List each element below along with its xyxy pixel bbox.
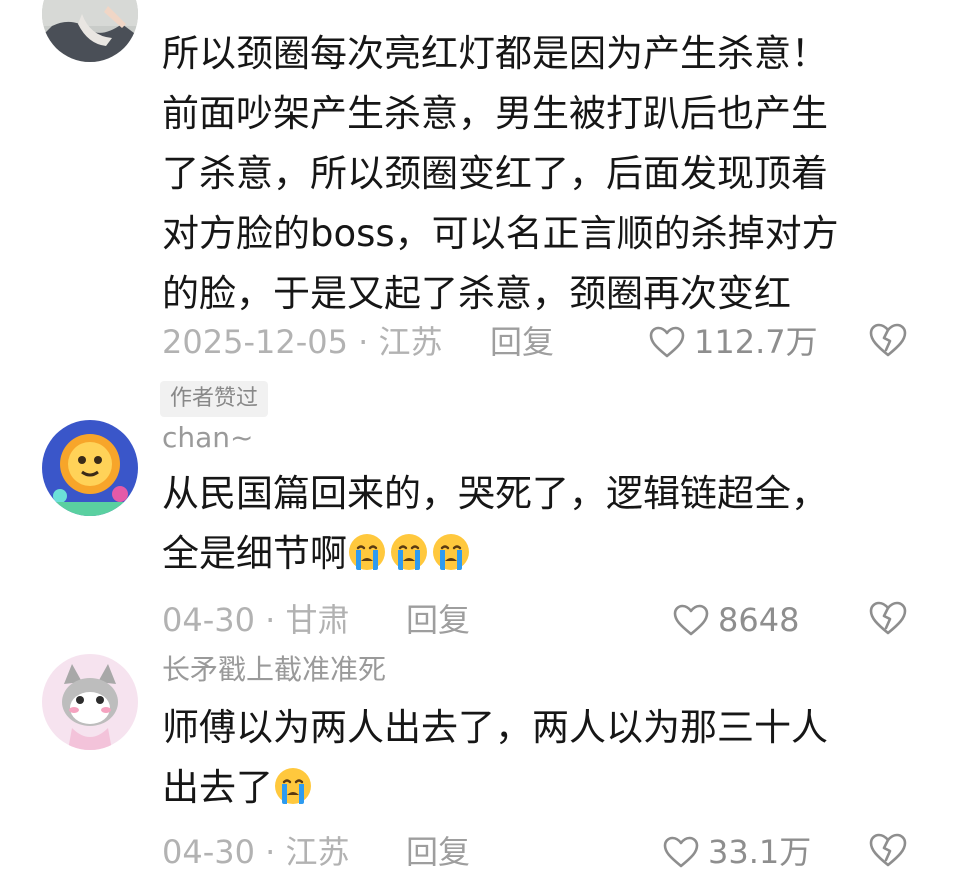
comment-meta: 04-30 · 江苏 回复 33.1万: [162, 830, 922, 874]
comment-text: 所以颈圈每次亮红灯都是因为产生杀意！ 前面吵架产生杀意，男生被打趴后也产生 了杀…: [162, 24, 922, 324]
comment-text-segment: 全是细节啊: [162, 532, 347, 575]
comment-text-line: 所以颈圈每次亮红灯都是因为产生杀意！: [162, 32, 828, 75]
date-location: 2025-12-05 · 江苏: [162, 323, 443, 361]
broken-heart-icon: [869, 323, 907, 357]
crying-face-emoji-icon: [275, 768, 311, 804]
reply-button[interactable]: 回复: [490, 320, 554, 364]
comment-text-line: 的脸，于是又起了杀意，颈圈再次变红: [162, 272, 791, 315]
dislike-button[interactable]: [868, 600, 908, 647]
username[interactable]: 长矛戳上截准准死: [162, 656, 386, 684]
avatar-image: [42, 654, 138, 750]
avatar-image: [42, 420, 138, 516]
crying-face-emoji-icon: [433, 534, 469, 570]
comment-text-line: 前面吵架产生杀意，男生被打趴后也产生: [162, 92, 828, 135]
comment-meta: 04-30 · 甘肃 回复 8648: [162, 598, 922, 642]
like-button[interactable]: 33.1万: [662, 830, 811, 874]
comment-text-line: 了杀意，所以颈圈变红了，后面发现顶着: [162, 152, 828, 195]
broken-heart-icon: [869, 601, 907, 635]
date-location: 04-30 · 江苏: [162, 833, 350, 871]
comment-text-line: 师傅以为两人出去了，两人以为那三十人: [162, 706, 828, 749]
comment-text-line: 出去了: [162, 758, 922, 818]
username[interactable]: chan~: [162, 424, 254, 452]
heart-outline-icon: [673, 604, 709, 636]
comment-text-line: 全是细节啊: [162, 524, 922, 584]
comment-text-segment: 出去了: [162, 766, 273, 809]
comment-text: 从民国篇回来的，哭死了，逻辑链超全， 全是细节啊: [162, 464, 922, 584]
like-button[interactable]: 112.7万: [648, 320, 818, 364]
like-button[interactable]: 8648: [672, 598, 799, 642]
comment-meta: 2025-12-05 · 江苏 回复 112.7万: [162, 320, 922, 364]
avatar[interactable]: [42, 420, 138, 516]
avatar[interactable]: [42, 0, 138, 62]
comment-item: 所以颈圈每次亮红灯都是因为产生杀意！ 前面吵架产生杀意，男生被打趴后也产生 了杀…: [0, 0, 960, 430]
crying-face-emoji-icon: [391, 534, 427, 570]
comment-text: 师傅以为两人出去了，两人以为那三十人 出去了: [162, 698, 922, 818]
like-count: 112.7万: [694, 323, 818, 361]
crying-face-emoji-icon: [349, 534, 385, 570]
dislike-button[interactable]: [868, 832, 908, 879]
reply-button[interactable]: 回复: [406, 598, 470, 642]
comment-text-line: 从民国篇回来的，哭死了，逻辑链超全，: [162, 472, 828, 515]
like-count: 8648: [718, 601, 800, 639]
broken-heart-icon: [869, 833, 907, 867]
avatar[interactable]: [42, 654, 138, 750]
reply-button[interactable]: 回复: [406, 830, 470, 874]
heart-outline-icon: [663, 836, 699, 868]
date-location: 04-30 · 甘肃: [162, 601, 350, 639]
avatar-image: [42, 0, 138, 62]
author-liked-badge: 作者赞过: [160, 381, 269, 417]
comment-text-line: 对方脸的boss，可以名正言顺的杀掉对方: [162, 212, 839, 255]
like-count: 33.1万: [708, 833, 812, 871]
heart-outline-icon: [649, 326, 685, 358]
dislike-button[interactable]: [868, 322, 908, 369]
